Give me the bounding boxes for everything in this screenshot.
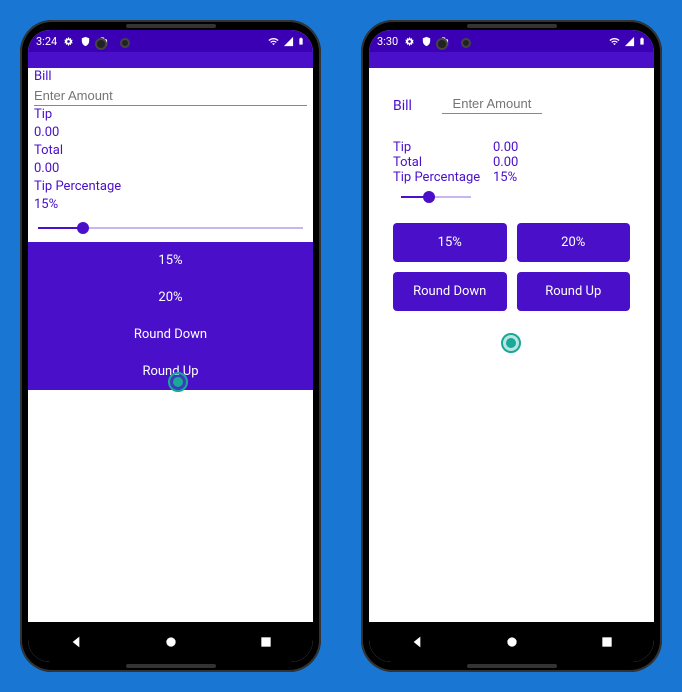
signal-icon [283, 36, 294, 47]
tip-pct-label: Tip Percentage [393, 170, 493, 185]
bill-label: Bill [28, 68, 313, 86]
tip-pct-value: 15% [28, 196, 313, 214]
total-label: Total [393, 155, 493, 170]
battery-icon [297, 35, 305, 47]
camera-icon [120, 38, 130, 48]
bill-label: Bill [393, 98, 412, 114]
tip-label: Tip [28, 106, 313, 124]
phone-right: 3:30 Bill Tip0.00 Total0.00 Tip Percenta… [361, 20, 662, 672]
screen: 3:30 Bill Tip0.00 Total0.00 Tip Percenta… [369, 30, 654, 662]
amount-input[interactable] [442, 94, 542, 114]
recent-icon[interactable] [600, 635, 614, 649]
camera-icon [436, 38, 448, 50]
phone-left: 3:24 Bill Tip 0.00 Total 0.00 Tip Percen… [20, 20, 321, 672]
round-down-button[interactable]: Round Down [393, 272, 507, 311]
clock-text: 3:30 [377, 35, 398, 48]
tip-pct-value: 15% [493, 170, 517, 185]
fab-ripple[interactable] [501, 333, 523, 355]
round-up-button[interactable]: Round Up [517, 272, 631, 311]
button-grid: 15% 20% Round Down Round Up [393, 223, 630, 311]
tip-value: 0.00 [493, 140, 518, 155]
total-label: Total [28, 142, 313, 160]
content-area: Bill Tip0.00 Total0.00 Tip Percentage15%… [369, 68, 654, 622]
camera-icon [95, 38, 107, 50]
button-list: 15% 20% Round Down Round Up [28, 242, 313, 390]
amount-input[interactable] [34, 86, 307, 106]
recent-icon[interactable] [259, 635, 273, 649]
tip-20-button[interactable]: 20% [28, 279, 313, 316]
status-bar: 3:30 [369, 30, 654, 52]
content-area: Bill Tip 0.00 Total 0.00 Tip Percentage … [28, 68, 313, 622]
round-down-button[interactable]: Round Down [28, 316, 313, 353]
screen: 3:24 Bill Tip 0.00 Total 0.00 Tip Percen… [28, 30, 313, 662]
gear-icon [404, 36, 415, 47]
home-icon[interactable] [504, 634, 520, 650]
app-toolbar [28, 52, 313, 68]
tip-slider[interactable] [401, 185, 471, 215]
home-indicator [126, 664, 216, 668]
home-icon[interactable] [163, 634, 179, 650]
tip-slider[interactable] [28, 214, 313, 240]
camera-icon [461, 38, 471, 48]
nav-bar [369, 622, 654, 662]
wifi-icon [267, 36, 280, 47]
status-bar: 3:24 [28, 30, 313, 52]
battery-icon [638, 35, 646, 47]
clock-text: 3:24 [36, 35, 57, 48]
wifi-icon [608, 36, 621, 47]
tip-pct-label: Tip Percentage [28, 178, 313, 196]
nav-bar [28, 622, 313, 662]
back-icon[interactable] [409, 634, 425, 650]
signal-icon [624, 36, 635, 47]
touch-ripple-icon [168, 372, 188, 392]
total-value: 0.00 [28, 160, 313, 178]
tip-value: 0.00 [28, 124, 313, 142]
info-block: Tip0.00 Total0.00 Tip Percentage15% [393, 140, 630, 185]
shield-icon [421, 36, 432, 47]
tip-label: Tip [393, 140, 493, 155]
shield-icon [80, 36, 91, 47]
total-value: 0.00 [493, 155, 518, 170]
tip-15-button[interactable]: 15% [393, 223, 507, 262]
gear-icon [63, 36, 74, 47]
touch-ripple-icon [501, 333, 521, 353]
home-indicator [467, 664, 557, 668]
app-toolbar [369, 52, 654, 68]
back-icon[interactable] [68, 634, 84, 650]
tip-20-button[interactable]: 20% [517, 223, 631, 262]
tip-15-button[interactable]: 15% [28, 242, 313, 279]
